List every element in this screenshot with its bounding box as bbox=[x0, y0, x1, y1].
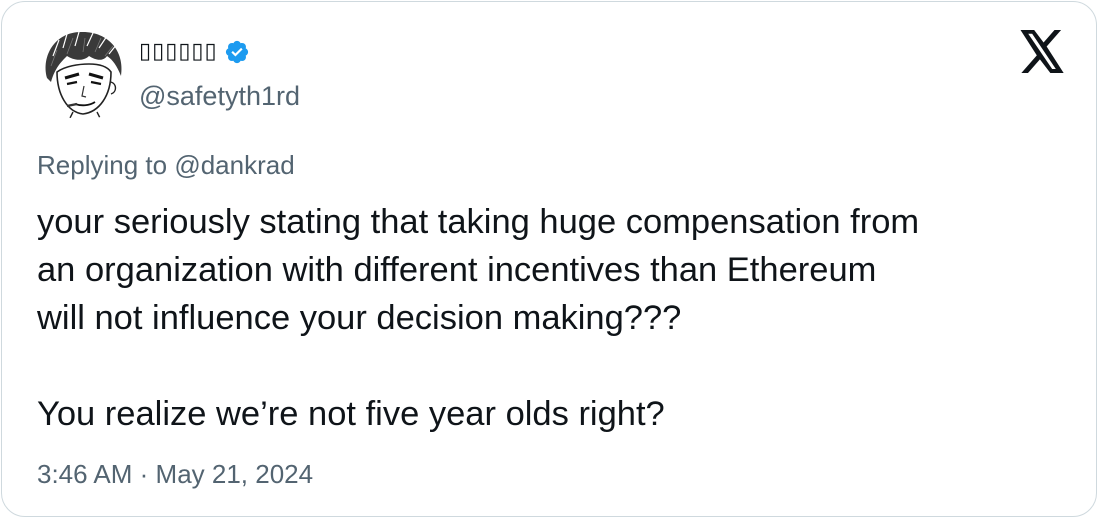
author-name-row: ▯▯▯▯▯▯ bbox=[139, 36, 250, 68]
tweet-date: May 21, 2024 bbox=[155, 459, 314, 489]
author-handle[interactable]: @safetyth1rd bbox=[139, 80, 300, 112]
tweet-text-line: your seriously stating that taking huge … bbox=[37, 203, 920, 241]
tweet-text-line: You realize we’re not five year olds rig… bbox=[37, 395, 665, 433]
reply-prefix: Replying to bbox=[37, 150, 168, 180]
tweet-card: ▯▯▯▯▯▯ @safetyth1rd Replying to @dankrad… bbox=[1, 1, 1097, 517]
x-logo-icon[interactable] bbox=[1018, 30, 1066, 74]
tweet-text-line: will not influence your decision making?… bbox=[37, 299, 682, 337]
anime-portrait-avatar-icon bbox=[37, 26, 131, 120]
reply-context: Replying to @dankrad bbox=[37, 150, 295, 181]
tweet-time: 3:46 AM bbox=[37, 459, 133, 489]
tweet-text: your seriously stating that taking huge … bbox=[37, 198, 1087, 438]
tweet-text-blank-line bbox=[37, 342, 1087, 390]
avatar[interactable] bbox=[37, 26, 131, 120]
tweet-timestamp[interactable]: 3:46 AM · May 21, 2024 bbox=[37, 459, 313, 490]
author-display-name[interactable]: ▯▯▯▯▯▯ bbox=[139, 41, 218, 63]
verified-badge-icon bbox=[225, 40, 248, 64]
meta-separator: · bbox=[139, 459, 149, 489]
tweet-text-line: an organization with different incentive… bbox=[37, 251, 877, 289]
reply-mention-link[interactable]: @dankrad bbox=[174, 150, 294, 180]
